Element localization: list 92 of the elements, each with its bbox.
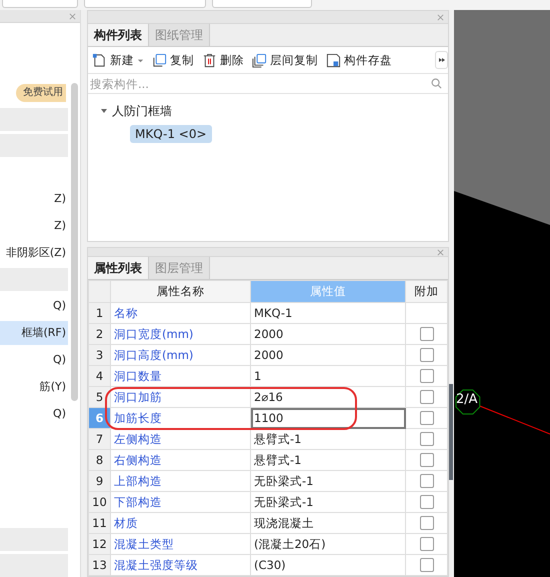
column-header: 属性值 [250,280,406,302]
category-item[interactable]: Q) [0,294,68,318]
category-item[interactable]: Q) [0,402,68,426]
save-icon [326,52,341,68]
axis-label: 2/A [456,393,478,406]
row-number[interactable]: 2 [88,324,110,344]
property-value[interactable]: 现浇混凝土 [250,512,406,534]
property-name: 混凝土强度等级 [110,554,250,576]
category-item[interactable]: 非阴影区(Z) [0,241,68,265]
drawing-canvas[interactable]: 2/A [454,10,550,577]
property-name: 右侧构造 [110,450,250,470]
splitter-handle[interactable] [449,384,453,480]
checkbox[interactable] [420,327,434,342]
property-value[interactable]: 2000 [250,344,406,366]
checkbox[interactable] [420,348,434,362]
combo-field[interactable] [212,0,312,8]
category-item[interactable]: Z) [0,214,68,238]
property-value[interactable]: (C30) [250,554,406,576]
row-number[interactable]: 13 [88,554,110,576]
property-value[interactable]: 2000 [250,324,406,344]
category-item[interactable]: Z) [0,187,68,211]
property-value[interactable]: (混凝土20石) [250,534,406,554]
column-header: 附加 [406,280,448,302]
property-value[interactable]: 悬臂式-1 [250,450,406,470]
checkbox[interactable] [420,537,434,552]
property-name: 洞口高度(mm) [110,344,250,366]
property-value[interactable]: MKQ-1 [250,302,406,324]
checkbox[interactable] [420,558,434,572]
panel-tab[interactable]: 构件列表 [88,24,149,46]
close-icon[interactable] [69,12,76,20]
checkbox[interactable] [420,495,434,510]
checkbox[interactable] [420,516,434,530]
property-name: 洞口宽度(mm) [110,324,250,344]
category-item[interactable]: 框墙(RF) [0,321,68,345]
property-value[interactable]: 2⌀16 [250,386,406,408]
more-button[interactable] [435,51,448,69]
caret-icon[interactable] [137,56,144,64]
axis-marker [455,390,480,414]
property-value[interactable]: 悬臂式-1 [250,428,406,450]
caret-down-icon[interactable] [100,107,108,115]
row-number[interactable]: 3 [88,344,110,366]
checkbox[interactable] [420,390,434,404]
row-number[interactable]: 8 [88,450,110,470]
checkbox[interactable] [420,369,434,384]
double-arrow-icon [438,56,446,64]
property-name: 上部构造 [110,470,250,492]
column-header: 属性名称 [110,280,250,302]
property-value[interactable]: 无卧梁式-1 [250,470,406,492]
tree-node[interactable]: 人防门框墙 [100,100,172,122]
copy-icon [252,52,267,68]
category-item[interactable]: 筋(Y) [0,375,68,399]
trial-badge[interactable]: 免费试用 [16,84,66,102]
toolbar-button[interactable]: 层间复制 [252,52,318,68]
toolbar-button[interactable]: 新建 [92,52,144,68]
row-number[interactable]: 11 [88,512,110,534]
checkbox[interactable] [420,411,434,426]
property-name: 混凝土类型 [110,534,250,554]
checkbox[interactable] [420,474,434,488]
axis-line [479,406,550,434]
close-icon[interactable] [437,248,444,256]
row-number[interactable]: 7 [88,428,110,450]
toolbar-button[interactable]: 构件存盘 [326,52,392,68]
property-name: 下部构造 [110,492,250,512]
row-number[interactable]: 10 [88,492,110,512]
trash-icon [202,52,217,68]
combo-field[interactable] [2,0,78,8]
property-value[interactable]: 1100 [250,408,406,428]
new-file-icon [92,52,107,68]
toolbar-button[interactable]: 复制 [152,52,194,68]
property-name: 名称 [110,302,250,324]
property-name: 左侧构造 [110,428,250,450]
row-number[interactable]: 4 [88,366,110,386]
row-number[interactable]: 9 [88,470,110,492]
panel-tab[interactable]: 属性列表 [88,257,149,279]
search-icon[interactable] [431,78,442,89]
checkbox[interactable] [420,432,434,446]
close-icon[interactable] [437,14,444,20]
scrollbar-thumb[interactable] [71,83,78,401]
property-name: 洞口加筋 [110,386,250,408]
row-number[interactable]: 1 [88,302,110,324]
property-name: 洞口数量 [110,366,250,386]
property-name: 材质 [110,512,250,534]
copy-icon [152,52,167,68]
property-value[interactable]: 无卧梁式-1 [250,492,406,512]
property-name: 加筋长度 [110,408,250,428]
category-item[interactable]: Q) [0,348,68,372]
checkbox[interactable] [420,453,434,468]
combo-field[interactable] [84,0,206,8]
toolbar-button[interactable]: 删除 [202,52,244,68]
row-number[interactable]: 12 [88,534,110,554]
tree-item[interactable]: MKQ-1 <0> [130,125,212,143]
property-value[interactable]: 1 [250,366,406,386]
